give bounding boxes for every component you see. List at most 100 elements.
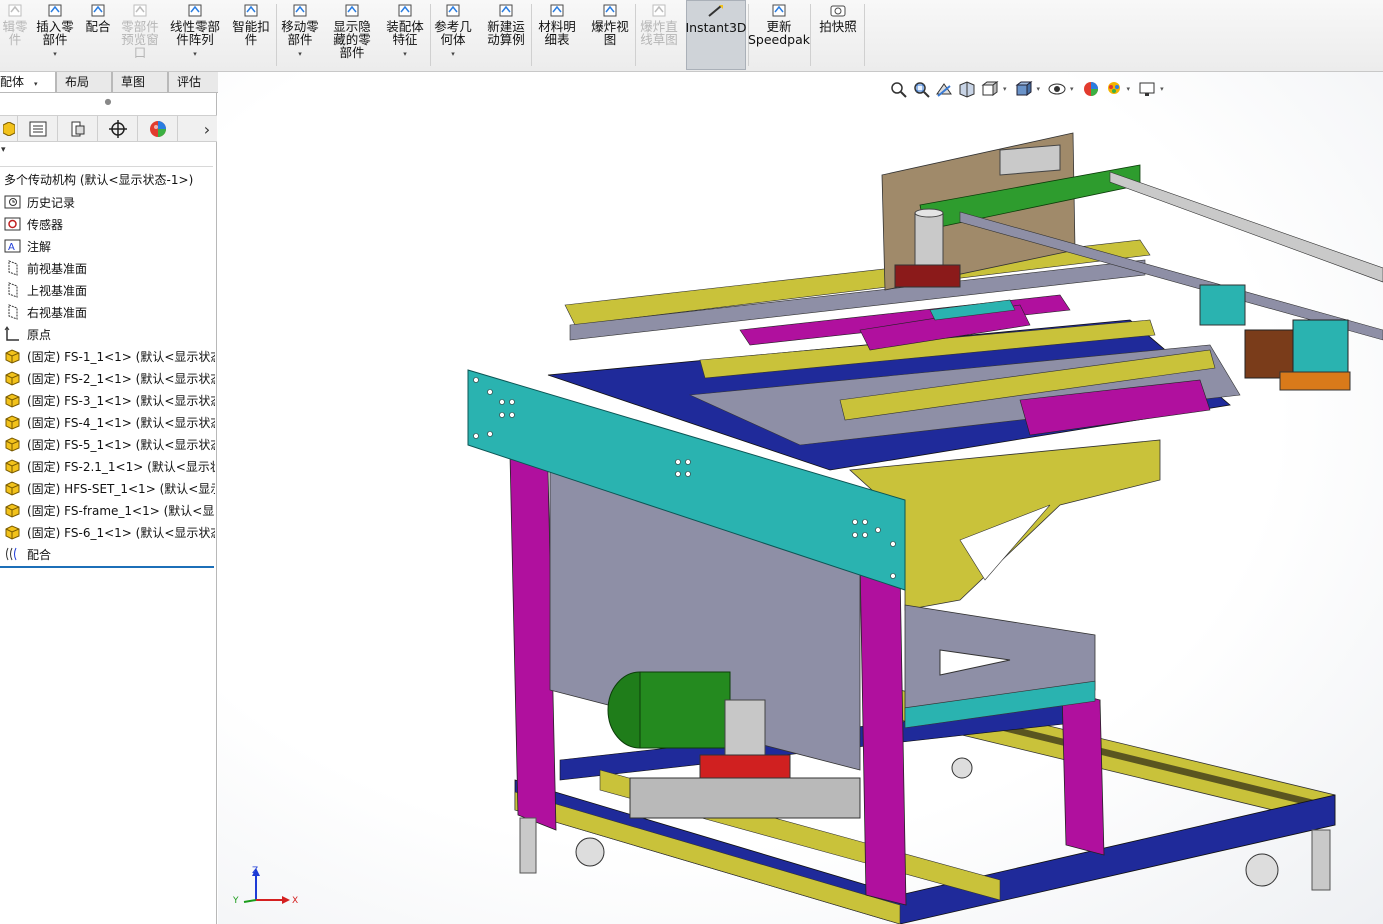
plane-icon bbox=[8, 282, 18, 298]
smart-fastener-button[interactable]: 智能扣 件 bbox=[228, 0, 274, 70]
edit-part-button[interactable]: 辑零 件 bbox=[0, 0, 30, 70]
chevron-down-icon[interactable]: ▾ bbox=[403, 48, 407, 61]
tree-root-assembly[interactable]: 多个传动机构 (默认<显示状态-1>) bbox=[0, 169, 215, 191]
tree-node[interactable]: (固定) FS-3_1<1> (默认<显示状态 bbox=[0, 389, 215, 411]
snapshot-icon bbox=[830, 5, 846, 17]
graphics-area[interactable]: ▾ ▾ ▾ ▾ ▾ Z X Y bbox=[218, 72, 1383, 924]
chevron-down-icon[interactable]: ▾ bbox=[34, 81, 38, 88]
exploded-view-button[interactable]: 爆炸视 图 bbox=[587, 0, 633, 70]
tree-node[interactable]: (固定) HFS-SET_1<1> (默认<显示 bbox=[0, 477, 215, 499]
smart-fastener-label: 智能扣 件 bbox=[232, 19, 270, 47]
explode-line-button[interactable]: 爆炸直 线草图 bbox=[636, 0, 682, 70]
tree-node[interactable]: A 注解 bbox=[0, 235, 215, 257]
ribbon-separator bbox=[531, 4, 532, 66]
feature-manager-panel: ● › ▾ 多个传动机构 (默认<显示状态-1>) 历史记录 传感器 A 注解 … bbox=[0, 93, 217, 924]
tree-node[interactable]: 前视基准面 bbox=[0, 257, 215, 279]
tab-sketch[interactable]: 草图 bbox=[112, 72, 168, 93]
tree-node[interactable]: 原点 bbox=[0, 323, 215, 345]
mate-button[interactable]: 配合 bbox=[82, 0, 114, 70]
tree-node[interactable]: (固定) FS-5_1<1> (默认<显示状态 bbox=[0, 433, 215, 455]
panel-tabs-more-icon[interactable]: › bbox=[197, 116, 217, 142]
show-hidden-button[interactable]: 显示隐 藏的零 部件 bbox=[330, 0, 374, 70]
preview-window-button[interactable]: 零部件 预览窗 口 bbox=[118, 0, 162, 70]
snapshot-button[interactable]: 拍快照 bbox=[814, 0, 862, 70]
dimxpert-tab[interactable] bbox=[98, 116, 138, 142]
new-motion-study-label: 新建运 动算例 bbox=[487, 19, 525, 47]
tree-node-label: 右视基准面 bbox=[27, 305, 88, 320]
subassembly-icon bbox=[5, 415, 20, 430]
tree-node-label: (固定) FS-3_1<1> (默认<显示状态 bbox=[27, 393, 215, 408]
show-hidden-icon bbox=[345, 4, 359, 17]
tree-node[interactable]: 上视基准面 bbox=[0, 279, 215, 301]
assembly-feature-button[interactable]: 装配体 特征 ▾ bbox=[382, 0, 428, 70]
explode-line-label: 爆炸直 线草图 bbox=[640, 19, 678, 47]
feature-manager-tab[interactable] bbox=[0, 116, 18, 142]
move-part-icon bbox=[293, 4, 307, 17]
edit-part-label: 辑零 件 bbox=[2, 19, 28, 47]
update-speedpak-button[interactable]: 更新 Speedpak bbox=[748, 0, 810, 70]
insert-part-button[interactable]: 插入零 部件 ▾ bbox=[32, 0, 78, 70]
tree-node[interactable]: (固定) FS-6_1<1> (默认<显示状态 bbox=[0, 521, 215, 543]
svg-text:A: A bbox=[8, 242, 15, 253]
configuration-icon bbox=[71, 121, 84, 137]
tab-label: 草图 bbox=[121, 75, 146, 89]
tree-rollback-bar[interactable] bbox=[0, 566, 214, 568]
subassembly-icon bbox=[5, 525, 20, 540]
instant3d-button[interactable]: Instant3D bbox=[685, 0, 747, 70]
chevron-down-icon[interactable]: ▾ bbox=[451, 48, 455, 61]
tree-node[interactable]: 右视基准面 bbox=[0, 301, 215, 323]
cad-assembly-model[interactable] bbox=[218, 72, 1383, 924]
chevron-down-icon[interactable]: ▾ bbox=[53, 48, 57, 61]
subassembly-icon bbox=[5, 393, 20, 408]
tree-node[interactable]: (固定) FS-frame_1<1> (默认<显示 bbox=[0, 499, 215, 521]
new-motion-study-button[interactable]: 新建运 动算例 bbox=[483, 0, 529, 70]
tree-node-label: (固定) FS-4_1<1> (默认<显示状态 bbox=[27, 415, 215, 430]
subassembly-icon bbox=[5, 481, 20, 496]
model-caster bbox=[951, 757, 973, 779]
tree-node[interactable]: (固定) FS-4_1<1> (默认<显示状态 bbox=[0, 411, 215, 433]
tree-node-label: 原点 bbox=[27, 327, 52, 342]
insert-part-icon bbox=[48, 4, 62, 17]
tree-node[interactable]: 配合 bbox=[0, 543, 215, 565]
command-manager-ribbon: 辑零 件插入零 部件 ▾ 配合 零部件 预览窗 口线性零部 件阵列 ▾ 智能扣 件移动零 … bbox=[0, 0, 1383, 72]
assembly-feature-icon bbox=[398, 4, 412, 17]
tree-node-label: (固定) FS-2_1<1> (默认<显示状态 bbox=[27, 371, 215, 386]
tab-label: 评估 bbox=[177, 75, 202, 89]
display-manager-tab[interactable] bbox=[138, 116, 178, 142]
configuration-manager-tab[interactable] bbox=[58, 116, 98, 142]
tree-node[interactable]: (固定) FS-2_1<1> (默认<显示状态 bbox=[0, 367, 215, 389]
coordinate-triad: Z X Y bbox=[232, 866, 298, 906]
move-part-button[interactable]: 移动零 部件 ▾ bbox=[277, 0, 323, 70]
tree-node[interactable]: 传感器 bbox=[0, 213, 215, 235]
preview-window-label: 零部件 预览窗 口 bbox=[121, 19, 159, 60]
crosshair-icon bbox=[108, 120, 127, 138]
triad-x-label: X bbox=[292, 896, 298, 906]
subassembly-icon bbox=[5, 503, 20, 518]
model-caster bbox=[575, 837, 605, 867]
mate-icon bbox=[91, 4, 105, 17]
model-leg-front-right bbox=[859, 559, 907, 906]
linear-pattern-button[interactable]: 线性零部 件阵列 ▾ bbox=[166, 0, 224, 70]
model-leg-front-left bbox=[509, 454, 557, 831]
feature-tree: 多个传动机构 (默认<显示状态-1>) 历史记录 传感器 A 注解 前视基准面 上视基准面… bbox=[0, 169, 215, 568]
explode-line-icon bbox=[652, 4, 666, 17]
tab-layout[interactable]: 布局 bbox=[56, 72, 112, 93]
chevron-down-icon[interactable]: ▾ bbox=[298, 48, 302, 61]
reference-geometry-button[interactable]: 参考几 何体 ▾ bbox=[430, 0, 476, 70]
panel-grip[interactable]: ● bbox=[0, 93, 216, 111]
tree-node-label: (固定) FS-2.1_1<1> (默认<显示状 bbox=[27, 459, 215, 474]
instant3d-label: Instant3D bbox=[685, 20, 747, 35]
snapshot-label: 拍快照 bbox=[819, 19, 857, 34]
tree-node[interactable]: 历史记录 bbox=[0, 191, 215, 213]
property-manager-tab[interactable] bbox=[18, 116, 58, 142]
tree-filter[interactable]: ▾ bbox=[0, 142, 213, 167]
tree-node[interactable]: (固定) FS-1_1<1> (默认<显示状态 bbox=[0, 345, 215, 367]
model-leg-back-right bbox=[1061, 689, 1105, 856]
tree-node[interactable]: (固定) FS-2.1_1<1> (默认<显示状 bbox=[0, 455, 215, 477]
tab-assembly[interactable]: 配体 ▾ bbox=[0, 72, 56, 93]
tab-evaluate[interactable]: 评估 bbox=[168, 72, 224, 93]
chevron-down-icon[interactable]: ▾ bbox=[193, 48, 197, 61]
tree-node-label: (固定) FS-6_1<1> (默认<显示状态 bbox=[27, 525, 215, 540]
mate-label: 配合 bbox=[85, 19, 111, 34]
bom-button[interactable]: 材料明 细表 bbox=[534, 0, 580, 70]
